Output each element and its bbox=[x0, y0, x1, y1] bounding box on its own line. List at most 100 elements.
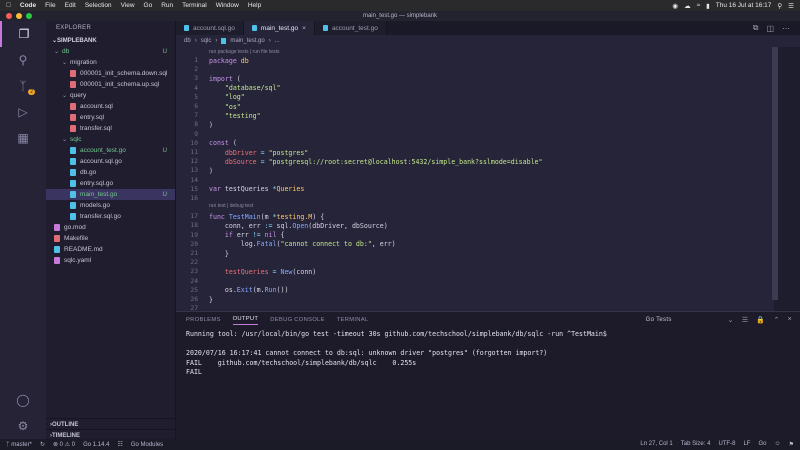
breadcrumb-more[interactable]: ... bbox=[275, 38, 280, 44]
tree-file[interactable]: sqlc.yaml bbox=[46, 255, 175, 266]
code-token: = bbox=[268, 267, 281, 276]
close-window-button[interactable] bbox=[6, 13, 12, 19]
chevron-down-icon[interactable]: ⌄ bbox=[728, 316, 734, 324]
notifications-icon[interactable]: ⚑ bbox=[789, 441, 794, 448]
output-line: Running tool: /usr/local/bin/go test -ti… bbox=[186, 330, 607, 338]
extensions-icon[interactable]: ▦ bbox=[0, 125, 46, 151]
code-line: 23 testQueries = New(conn) bbox=[176, 267, 316, 276]
tree-file[interactable]: transfer.sql.go bbox=[46, 211, 175, 222]
output-log[interactable]: Running tool: /usr/local/bin/go test -ti… bbox=[176, 328, 800, 378]
tab-main-test-go[interactable]: main_test.go × bbox=[243, 21, 315, 35]
code-text: package db bbox=[209, 57, 249, 65]
go-version-status[interactable]: Go 1.14.4 bbox=[83, 442, 109, 448]
menu-selection[interactable]: Selection bbox=[85, 2, 112, 9]
code-token: ( bbox=[236, 74, 241, 83]
line-number: 8 bbox=[194, 121, 198, 129]
tree-file[interactable]: Makefile bbox=[46, 233, 175, 244]
run-debug-icon[interactable]: ▷ bbox=[0, 99, 46, 125]
source-control-icon[interactable]: ᛉ2 bbox=[0, 73, 46, 99]
tree-file[interactable]: go.mod bbox=[46, 222, 175, 233]
encoding[interactable]: UTF-8 bbox=[718, 441, 735, 448]
split-editor-icon[interactable]: ◫ bbox=[766, 24, 774, 33]
sync-icon[interactable]: ↻ bbox=[40, 441, 45, 448]
record-icon[interactable]: ◉ bbox=[672, 2, 678, 10]
zoom-window-button[interactable] bbox=[26, 13, 32, 19]
filter-icon[interactable]: ☰ bbox=[742, 316, 749, 324]
close-panel-icon[interactable]: × bbox=[788, 316, 792, 324]
tab-output[interactable]: OUTPUT bbox=[232, 316, 259, 325]
source-control-badge: 2 bbox=[28, 89, 35, 95]
menu-file[interactable]: File bbox=[45, 2, 55, 9]
tree-file[interactable]: models.go bbox=[46, 200, 175, 211]
menu-view[interactable]: View bbox=[121, 2, 135, 9]
menu-help[interactable]: Help bbox=[248, 2, 261, 9]
tree-folder[interactable]: ⌄ migration bbox=[46, 57, 175, 68]
explorer-icon[interactable]: ❐ bbox=[0, 21, 46, 47]
more-actions-icon[interactable]: ⋯ bbox=[782, 24, 790, 33]
code-editor[interactable]: run package tests | run file tests run t… bbox=[176, 47, 774, 311]
menu-run[interactable]: Run bbox=[161, 2, 173, 9]
tree-folder[interactable]: ⌄ query bbox=[46, 90, 175, 101]
end-of-line[interactable]: LF bbox=[743, 441, 750, 448]
breadcrumb-db[interactable]: db bbox=[184, 38, 191, 44]
git-status-badge: U bbox=[162, 191, 167, 198]
editor-scrollbar[interactable] bbox=[772, 47, 778, 300]
search-icon[interactable]: ⚲ bbox=[777, 2, 782, 10]
language-mode[interactable]: Go bbox=[758, 441, 766, 448]
breadcrumb-file[interactable]: main_test.go bbox=[230, 38, 264, 44]
tab-debug-console[interactable]: DEBUG CONSOLE bbox=[270, 317, 324, 323]
clock[interactable]: Thu 16 Jul at 16:17 bbox=[716, 2, 772, 9]
account-icon[interactable]: ◯ bbox=[0, 387, 46, 413]
breadcrumb-sqlc[interactable]: sqlc bbox=[201, 38, 212, 44]
search-icon[interactable]: ⚲ bbox=[0, 47, 46, 73]
tree-file[interactable]: transfer.sql bbox=[46, 123, 175, 134]
wifi-icon[interactable]: ≈ bbox=[697, 2, 701, 9]
menu-window[interactable]: Window bbox=[216, 2, 239, 9]
tree-folder[interactable]: ⌄ db U bbox=[46, 46, 175, 57]
tab-problems[interactable]: PROBLEMS bbox=[186, 317, 221, 323]
git-branch-status[interactable]: ᛉ master* bbox=[6, 442, 32, 448]
menu-app[interactable]: Code bbox=[20, 2, 36, 9]
tree-file[interactable]: account.sql.go bbox=[46, 156, 175, 167]
close-tab-icon[interactable]: × bbox=[302, 25, 306, 32]
codelens-test[interactable]: run test | debug test bbox=[209, 203, 253, 209]
maximize-panel-icon[interactable]: ⌃ bbox=[773, 316, 779, 324]
tree-folder[interactable]: ⌄ sqlc bbox=[46, 134, 175, 145]
menu-edit[interactable]: Edit bbox=[65, 2, 76, 9]
code-line: 27 bbox=[176, 304, 209, 311]
tree-file[interactable]: README.md bbox=[46, 244, 175, 255]
battery-icon[interactable]: ▮ bbox=[706, 2, 710, 10]
apple-icon[interactable]:  bbox=[6, 2, 11, 9]
lock-icon[interactable]: 🔒 bbox=[756, 316, 765, 324]
cursor-position[interactable]: Ln 27, Col 1 bbox=[640, 441, 672, 448]
minimize-window-button[interactable] bbox=[16, 13, 22, 19]
codelens-package[interactable]: run package tests | run file tests bbox=[209, 49, 280, 55]
problems-status[interactable]: ⊗ 0 ⚠ 0 bbox=[53, 441, 75, 448]
tree-file[interactable]: 000001_init_schema.down.sql bbox=[46, 68, 175, 79]
tab-account-sql-go[interactable]: account.sql.go bbox=[176, 21, 244, 35]
project-root[interactable]: ⌄ SIMPLEBANK bbox=[46, 35, 175, 46]
explorer-header: EXPLORER bbox=[56, 25, 92, 31]
tree-file[interactable]: entry.sql bbox=[46, 112, 175, 123]
tree-file[interactable]: entry.sql.go bbox=[46, 178, 175, 189]
tree-file[interactable]: account.sql bbox=[46, 101, 175, 112]
tab-account-test-go[interactable]: account_test.go bbox=[314, 21, 387, 35]
menu-go[interactable]: Go bbox=[144, 2, 153, 9]
tab-size[interactable]: Tab Size: 4 bbox=[681, 441, 711, 448]
control-center-icon[interactable]: ☰ bbox=[788, 2, 794, 10]
tree-file[interactable]: db.go bbox=[46, 167, 175, 178]
code-token: const bbox=[209, 139, 233, 148]
go-modules-status[interactable]: Go Modules bbox=[131, 442, 163, 448]
tree-file[interactable]: 000001_init_schema.up.sql bbox=[46, 79, 175, 90]
feedback-icon[interactable]: ☺ bbox=[774, 441, 780, 448]
tree-file[interactable]: main_test.go U bbox=[46, 189, 175, 200]
code-line: 6 "os" bbox=[176, 102, 241, 111]
open-changes-icon[interactable]: ⧉ bbox=[753, 23, 759, 33]
cloud-icon[interactable]: ☁ bbox=[684, 2, 691, 10]
output-channel-select[interactable]: Go Tests bbox=[646, 317, 716, 323]
tab-terminal[interactable]: TERMINAL bbox=[337, 317, 369, 323]
tree-file[interactable]: account_test.go U bbox=[46, 145, 175, 156]
settings-gear-icon[interactable]: ⚙ bbox=[0, 413, 46, 439]
menu-terminal[interactable]: Terminal bbox=[182, 2, 207, 9]
